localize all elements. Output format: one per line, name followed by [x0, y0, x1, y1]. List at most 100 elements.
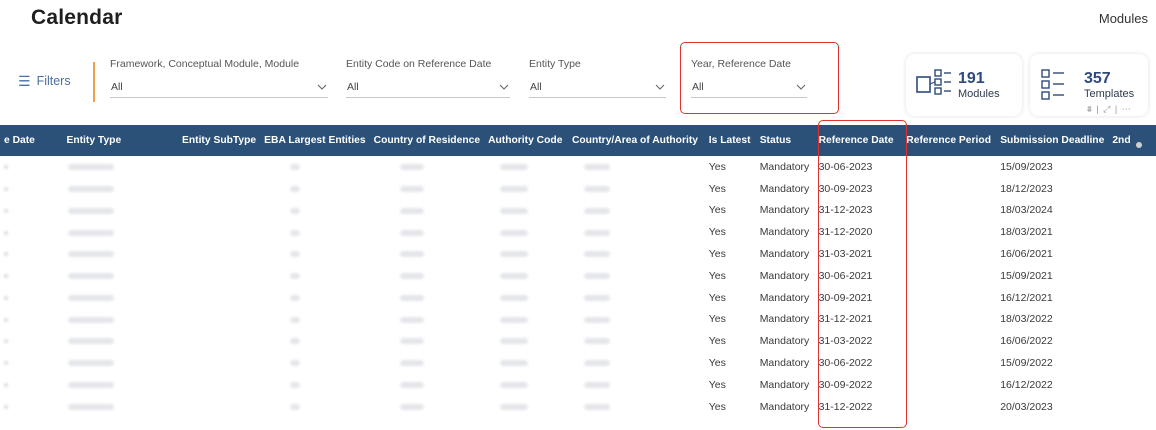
kpi-card-modules: 191 Modules — [906, 54, 1022, 116]
redacted-cell — [260, 309, 369, 331]
table-body: Yes Mandatory 30-06-2023 15/09/2023 Yes Manda… — [0, 156, 1156, 418]
empty-cell — [1108, 287, 1156, 309]
slicer-dropdown-entity-type[interactable]: All — [529, 77, 666, 98]
redacted-cell — [260, 221, 369, 243]
column-header[interactable]: e Date — [0, 125, 62, 156]
redacted-cell — [260, 287, 369, 309]
redacted-cell — [370, 200, 484, 222]
table-row[interactable]: Yes Mandatory 31-12-2020 18/03/2021 — [0, 221, 1156, 244]
redacted-cell — [370, 178, 484, 200]
column-header[interactable]: Country/Area of Authority — [568, 125, 705, 156]
is-latest-cell: Yes — [708, 335, 726, 348]
slicer-dropdown-entity-code[interactable]: All — [346, 77, 510, 98]
redacted-cell — [0, 221, 62, 243]
column-header[interactable]: EBA Largest Entities — [260, 125, 369, 156]
empty-cell — [902, 330, 996, 352]
table-row[interactable]: Yes Mandatory 31-12-2021 18/03/2022 — [0, 308, 1156, 331]
focus-mode-icon[interactable]: ⤢ — [1103, 104, 1111, 114]
status-cell: Mandatory — [759, 378, 810, 391]
is-latest-cell: Yes — [708, 400, 726, 413]
column-header[interactable]: Entity SubType — [178, 125, 260, 156]
submission-deadline-cell: 15/09/2023 — [1000, 160, 1053, 173]
slicer-value: All — [530, 81, 542, 93]
more-options-icon[interactable]: ⋯ — [1122, 104, 1132, 114]
redacted-cell — [260, 330, 369, 352]
page-title: Calendar — [31, 6, 123, 29]
table-row[interactable]: Yes Mandatory 30-09-2023 18/12/2023 — [0, 177, 1156, 200]
slicer-entity-code: Entity Code on Reference Date All — [346, 58, 510, 98]
redacted-cell — [370, 330, 484, 352]
column-header[interactable]: Is Latest — [705, 125, 756, 156]
slicer-framework-module: Framework, Conceptual Module, Module All — [110, 58, 328, 98]
chevron-down-icon — [498, 81, 510, 93]
redacted-cell — [178, 352, 260, 374]
empty-cell — [902, 156, 996, 178]
redacted-cell — [484, 178, 568, 200]
empty-cell — [902, 287, 996, 309]
redacted-cell — [484, 374, 568, 396]
empty-cell — [1108, 243, 1156, 265]
redacted-cell — [0, 265, 62, 287]
redacted-cell — [484, 309, 568, 331]
redacted-cell — [0, 200, 62, 222]
column-header[interactable]: Country of Residence — [370, 125, 484, 156]
is-latest-cell: Yes — [708, 378, 726, 391]
redacted-cell — [0, 156, 62, 178]
modules-link[interactable]: Modules — [1099, 11, 1148, 26]
table-row[interactable]: Yes Mandatory 30-06-2022 15/09/2022 — [0, 352, 1156, 374]
column-header[interactable]: Reference Period — [902, 125, 996, 156]
redacted-cell — [370, 265, 484, 287]
kpi-templates-count: 357 — [1084, 70, 1111, 88]
table-row[interactable]: Yes Mandatory 31-12-2023 18/03/2024 — [0, 200, 1156, 222]
redacted-cell — [260, 178, 369, 200]
slicer-dropdown-framework[interactable]: All — [110, 77, 328, 98]
redacted-cell — [370, 309, 484, 331]
column-header[interactable]: Authority Code — [484, 125, 568, 156]
empty-cell — [1108, 330, 1156, 352]
empty-cell — [1108, 396, 1156, 418]
redacted-cell — [260, 265, 369, 287]
table-header-row: e Date Entity Type Entity SubType EBA Large… — [0, 125, 1156, 156]
empty-cell — [902, 352, 996, 374]
submission-deadline-cell: 16/06/2021 — [1000, 248, 1053, 261]
column-header[interactable]: 2nd — [1108, 125, 1156, 156]
status-cell: Mandatory — [759, 400, 810, 413]
table-row[interactable]: Yes Mandatory 30-09-2021 16/12/2021 — [0, 287, 1156, 309]
table-row[interactable]: Yes Mandatory 30-09-2022 16/12/2022 — [0, 374, 1156, 396]
is-latest-cell: Yes — [708, 182, 726, 195]
redacted-cell — [62, 156, 178, 178]
redacted-cell — [484, 265, 568, 287]
filters-button[interactable]: ☰ Filters — [18, 74, 71, 88]
redacted-cell — [62, 178, 178, 200]
templates-icon — [1040, 68, 1068, 102]
table-row[interactable]: Yes Mandatory 31-12-2022 20/03/2023 — [0, 395, 1156, 418]
table-row[interactable]: Yes Mandatory 31-03-2022 16/06/2022 — [0, 330, 1156, 352]
table-row[interactable]: Yes Mandatory 31-03-2021 16/06/2021 — [0, 243, 1156, 265]
redacted-cell — [178, 374, 260, 396]
column-header[interactable]: Submission Deadline — [996, 125, 1108, 156]
table-row[interactable]: Yes Mandatory 30-06-2021 15/09/2021 — [0, 264, 1156, 287]
redacted-cell — [568, 156, 705, 178]
redacted-cell — [370, 374, 484, 396]
submission-deadline-cell: 16/06/2022 — [1000, 335, 1053, 348]
slicer-value: All — [347, 81, 359, 93]
table-row[interactable]: Yes Mandatory 30-06-2023 15/09/2023 — [0, 156, 1156, 178]
submission-deadline-cell: 18/03/2021 — [1000, 226, 1053, 239]
status-cell: Mandatory — [759, 357, 810, 370]
submission-deadline-cell: 20/03/2023 — [1000, 400, 1053, 413]
submission-deadline-cell: 15/09/2021 — [1000, 269, 1053, 282]
redacted-cell — [484, 396, 568, 418]
redacted-cell — [62, 352, 178, 374]
status-cell: Mandatory — [759, 160, 810, 173]
column-header[interactable]: Status — [756, 125, 815, 156]
status-cell: Mandatory — [759, 182, 810, 195]
redacted-cell — [62, 396, 178, 418]
is-latest-cell: Yes — [708, 313, 726, 326]
scrollbar-handle[interactable] — [1136, 142, 1142, 148]
column-header[interactable]: Entity Type — [62, 125, 178, 156]
filter-icon[interactable]: ⩩ — [1087, 104, 1093, 114]
is-latest-cell: Yes — [708, 160, 726, 173]
empty-cell — [1108, 352, 1156, 374]
is-latest-cell: Yes — [708, 204, 726, 217]
redacted-cell — [260, 156, 369, 178]
